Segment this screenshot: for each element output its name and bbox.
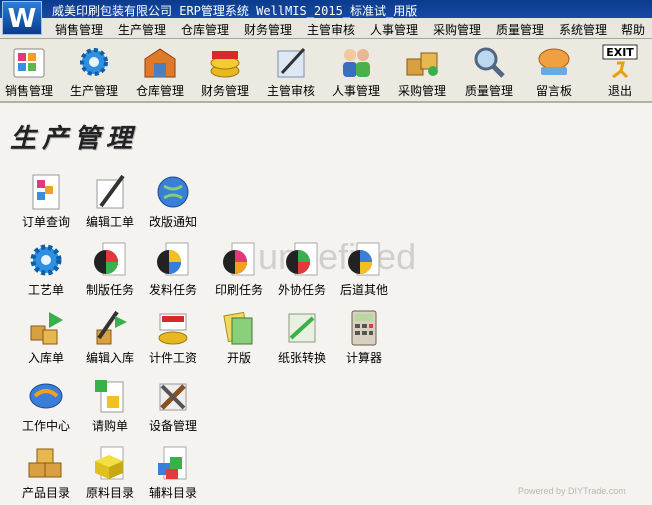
finance-coins-icon [210, 51, 240, 78]
menu-help[interactable]: 帮助 [621, 21, 645, 38]
toolbar-production-button[interactable]: 生产管理 [62, 43, 126, 99]
toolbar-quality-button[interactable]: 质量管理 [457, 43, 521, 99]
toolbar-hr-button[interactable]: 人事管理 [324, 43, 388, 99]
toolbar: 销售管理 生产管理 仓库管理 财务管理 主管审核 人事管理 采购管理 质量管理 … [0, 39, 652, 103]
purchase-boxes-icon [406, 52, 438, 76]
toolbar-warehouse-button[interactable]: 仓库管理 [128, 43, 192, 99]
menu-quality[interactable]: 质量管理 [496, 21, 544, 38]
module-edit-warehouse-in[interactable]: 编辑入库 [75, 308, 145, 366]
menu-sales[interactable]: 销售管理 [55, 21, 103, 38]
module-material-task[interactable]: 发料任务 [138, 240, 208, 298]
module-product-catalog[interactable]: 产品目录 [11, 443, 81, 501]
sales-icon [13, 48, 45, 78]
window-title: 威美印刷包装有限公司 ERP管理系统 WellMIS_2015_标准试_用版 [52, 4, 418, 18]
menu-production[interactable]: 生产管理 [118, 21, 166, 38]
menu-finance[interactable]: 财务管理 [244, 21, 292, 38]
module-purchase-request[interactable]: 请购单 [75, 376, 145, 434]
process-gear-icon [30, 244, 62, 276]
menu-review[interactable]: 主管审核 [307, 21, 355, 38]
quality-magnifier-icon [474, 47, 505, 78]
module-raw-material-catalog[interactable]: 原料目录 [75, 443, 145, 501]
auxiliary-catalog-icon [158, 446, 187, 480]
module-post-process[interactable]: 后道其他 [329, 240, 399, 298]
edit-workorder-pen-icon [96, 174, 125, 209]
module-equipment[interactable]: 设备管理 [138, 376, 208, 434]
footer-watermark: Powered by DIYTrade.com [518, 486, 626, 496]
material-task-color-wheel-icon [157, 242, 189, 276]
module-work-center[interactable]: 工作中心 [11, 376, 81, 434]
calculator-icon [351, 310, 377, 346]
toolbar-purchase-button[interactable]: 采购管理 [390, 43, 454, 99]
module-auxiliary-catalog[interactable]: 辅料目录 [138, 443, 208, 501]
module-paper-convert[interactable]: 纸张转换 [267, 308, 337, 366]
outsource-task-color-wheel-icon [286, 242, 318, 276]
work-center-icon [29, 383, 63, 409]
revision-notice-globe-icon [157, 176, 189, 208]
module-process-sheet[interactable]: 工艺单 [11, 240, 81, 298]
menu-hr[interactable]: 人事管理 [370, 21, 418, 38]
module-open-plate[interactable]: 开版 [204, 308, 274, 366]
toolbar-exit-button[interactable]: EXIT 退出 [588, 43, 652, 99]
raw-material-catalog-icon [95, 446, 124, 480]
message-board-icon [538, 48, 570, 75]
open-plate-icon [223, 311, 253, 345]
edit-warehouse-in-icon [96, 310, 127, 345]
module-calculator[interactable]: 计算器 [329, 308, 399, 366]
toolbar-review-button[interactable]: 主管审核 [259, 43, 323, 99]
product-catalog-boxes-icon [28, 448, 62, 478]
section-title: 生产管理 [10, 124, 139, 154]
purchase-request-icon [95, 380, 124, 413]
menu-purchase[interactable]: 采购管理 [433, 21, 481, 38]
menu-warehouse[interactable]: 仓库管理 [181, 21, 229, 38]
toolbar-message-board-button[interactable]: 留言板 [522, 43, 586, 99]
menu-system[interactable]: 系统管理 [559, 21, 607, 38]
exit-icon: EXIT [602, 44, 638, 79]
review-pen-icon [277, 47, 306, 78]
toolbar-finance-button[interactable]: 财务管理 [193, 43, 257, 99]
warehouse-in-boxes-icon [30, 312, 63, 345]
module-revision-notice[interactable]: 改版通知 [138, 172, 208, 230]
piece-wage-icon [158, 313, 188, 345]
print-task-color-wheel-icon [223, 242, 255, 276]
order-query-icon [32, 174, 60, 210]
toolbar-sales-button[interactable]: 销售管理 [0, 43, 61, 99]
module-order-query[interactable]: 订单查询 [11, 172, 81, 230]
paper-convert-icon [288, 313, 316, 343]
module-piece-wage[interactable]: 计件工资 [138, 308, 208, 366]
post-process-color-wheel-icon [348, 242, 380, 276]
module-print-task[interactable]: 印刷任务 [204, 240, 274, 298]
module-edit-workorder[interactable]: 编辑工单 [75, 172, 145, 230]
module-plate-task[interactable]: 制版任务 [75, 240, 145, 298]
app-logo: W [2, 1, 42, 35]
module-outsource-task[interactable]: 外协任务 [267, 240, 337, 298]
plate-task-color-wheel-icon [94, 242, 126, 276]
warehouse-icon [144, 48, 176, 78]
svg-text:EXIT: EXIT [606, 46, 634, 59]
people-icon [343, 49, 370, 77]
title-bar: 威美印刷包装有限公司 ERP管理系统 WellMIS_2015_标准试_用版 [0, 0, 652, 18]
module-warehouse-in[interactable]: 入库单 [11, 308, 81, 366]
menu-bar: 销售管理 生产管理 仓库管理 财务管理 主管审核 人事管理 采购管理 质量管理 … [0, 18, 652, 39]
equipment-tools-icon [159, 383, 187, 411]
production-gear-icon [80, 48, 108, 76]
